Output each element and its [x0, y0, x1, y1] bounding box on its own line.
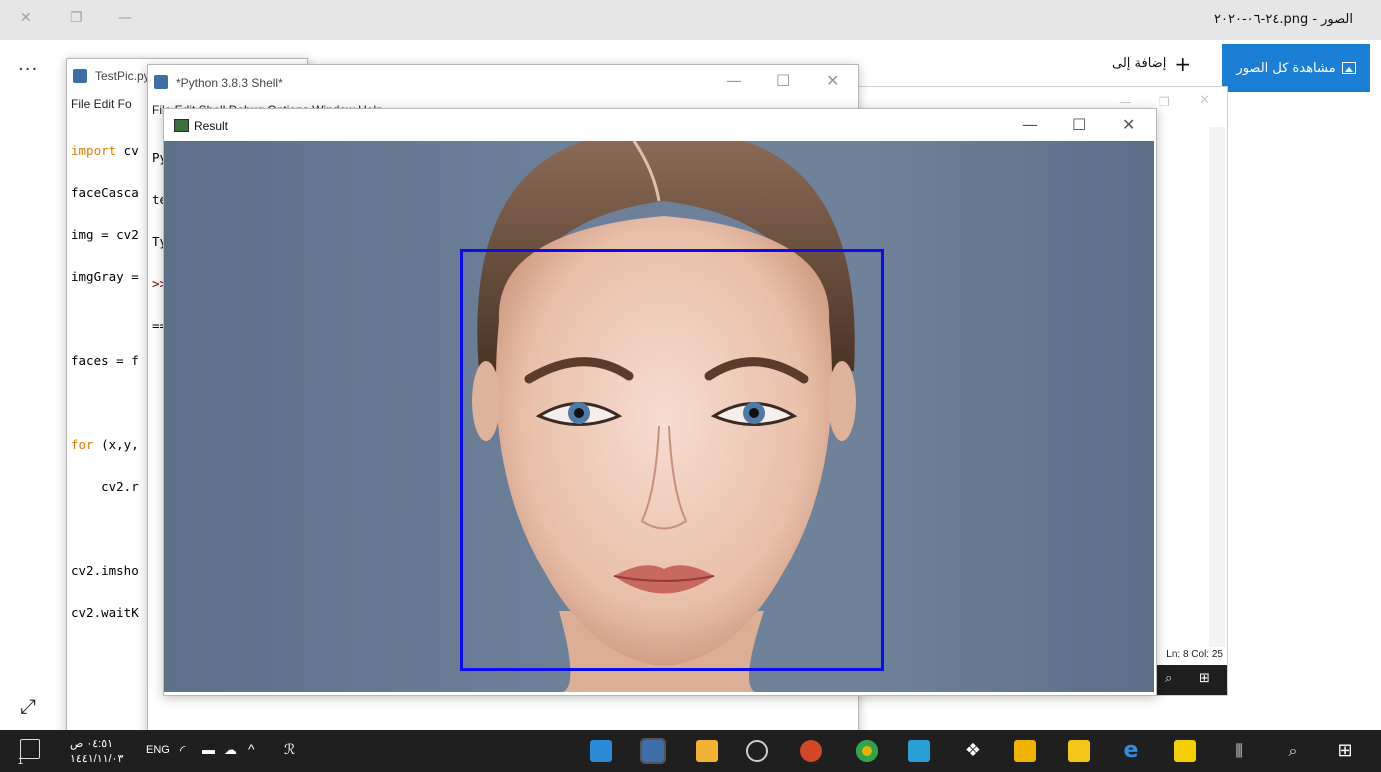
python-shell-icon: [154, 75, 168, 89]
dropbox-icon[interactable]: ❖: [962, 740, 984, 762]
plus-icon: +: [1174, 51, 1192, 76]
code-keyword: for: [71, 437, 94, 452]
code-line: faceCasca: [71, 185, 139, 200]
powerpoint-icon[interactable]: [800, 740, 822, 762]
editor-menu[interactable]: File Edit Fo: [71, 97, 132, 111]
restore-icon[interactable]: ❐: [70, 10, 83, 26]
expand-icon[interactable]: ⤢: [20, 694, 36, 718]
photos-titlebar: ✕ ❐ — الصور - png.٢٤-٠٦-٢٠٢٠: [0, 0, 1381, 40]
file-explorer-icon[interactable]: [1068, 740, 1090, 762]
chrome-icon[interactable]: [856, 740, 878, 762]
battery-icon[interactable]: ▬: [202, 742, 215, 757]
minimize-icon[interactable]: —: [726, 71, 742, 90]
windows-icon: ⊞: [1199, 671, 1210, 686]
add-to-label: إضافة إلى: [1112, 56, 1167, 71]
scrollbar[interactable]: [1209, 127, 1225, 647]
maximize-icon[interactable]: ☐: [1072, 115, 1086, 134]
language-indicator[interactable]: ENG: [146, 744, 170, 756]
result-image: [164, 141, 1154, 692]
detected-face-box: [460, 249, 884, 671]
edge-icon[interactable]: e: [1120, 740, 1142, 762]
search-icon: ⌕: [1165, 671, 1173, 686]
close-icon[interactable]: ✕: [1199, 93, 1210, 108]
sketch-app-icon[interactable]: [908, 740, 930, 762]
editor-code[interactable]: import cv faceCasca img = cv2 imgGray = …: [71, 116, 139, 648]
people-icon[interactable]: ℛ: [284, 741, 295, 758]
python-file-icon: [73, 69, 87, 83]
chevron-up-icon[interactable]: ^: [248, 741, 255, 757]
opencv-window-icon: [174, 119, 189, 132]
code-line: cv2.r: [71, 479, 139, 494]
taskbar: 1 ٠٤:٥١ ص ١٤٤١/١١/٠٣ ENG ◜ ▬ ☁ ^ ℛ ❖ e ⫼…: [0, 730, 1381, 772]
shell-title: *Python 3.8.3 Shell*: [176, 76, 283, 90]
code-line: for (x,y,: [71, 437, 139, 452]
mini-taskbar: ⌕ ⊞: [1155, 665, 1227, 695]
result-title: Result: [194, 119, 229, 133]
wifi-icon[interactable]: ◜: [180, 742, 185, 759]
add-to-button[interactable]: + إضافة إلى: [1112, 51, 1192, 76]
store-icon[interactable]: [1014, 740, 1036, 762]
python-launcher-icon[interactable]: [696, 740, 718, 762]
code-line: cv2.waitK: [71, 605, 139, 620]
editor-title: TestPic.py: [95, 69, 150, 83]
minimize-icon[interactable]: —: [1022, 115, 1038, 134]
photos-title: الصور - png.٢٤-٠٦-٢٠٢٠: [1214, 12, 1353, 27]
code-line: cv2.imsho: [71, 563, 139, 578]
code-line: imgGray =: [71, 269, 139, 284]
notification-count: 1: [18, 756, 24, 766]
see-all-photos-button[interactable]: مشاهدة كل الصور: [1222, 44, 1370, 92]
onedrive-icon[interactable]: ☁: [224, 742, 237, 758]
code-line: img = cv2: [71, 227, 139, 242]
restore-icon[interactable]: ❐: [1159, 95, 1170, 109]
code-keyword: import: [71, 143, 117, 158]
python-idle-icon[interactable]: [640, 738, 666, 764]
code-line: import cv: [71, 143, 139, 158]
status-ln-col: Ln: 8 Col: 25: [1166, 649, 1223, 660]
close-icon[interactable]: ✕: [826, 71, 839, 90]
more-options-button[interactable]: ...: [18, 54, 38, 75]
task-view-icon[interactable]: ⫼: [1228, 740, 1250, 762]
close-icon[interactable]: ✕: [20, 10, 32, 26]
clock-time[interactable]: ٠٤:٥١ ص: [70, 737, 113, 750]
search-icon[interactable]: ⌕: [1282, 740, 1304, 762]
windows-start-icon[interactable]: ⊞: [1334, 740, 1356, 762]
close-icon[interactable]: ✕: [1122, 115, 1135, 134]
clock-date[interactable]: ١٤٤١/١١/٠٣: [70, 752, 123, 765]
sticky-notes-icon[interactable]: [1174, 740, 1196, 762]
see-all-label: مشاهدة كل الصور: [1236, 60, 1336, 76]
code-line: faces = f: [71, 353, 139, 368]
minimize-icon[interactable]: —: [118, 10, 132, 26]
image-icon: [1341, 62, 1356, 74]
photos-app-icon[interactable]: [590, 740, 612, 762]
maximize-icon[interactable]: ☐: [776, 71, 790, 90]
3d-viewer-icon[interactable]: [746, 740, 768, 762]
